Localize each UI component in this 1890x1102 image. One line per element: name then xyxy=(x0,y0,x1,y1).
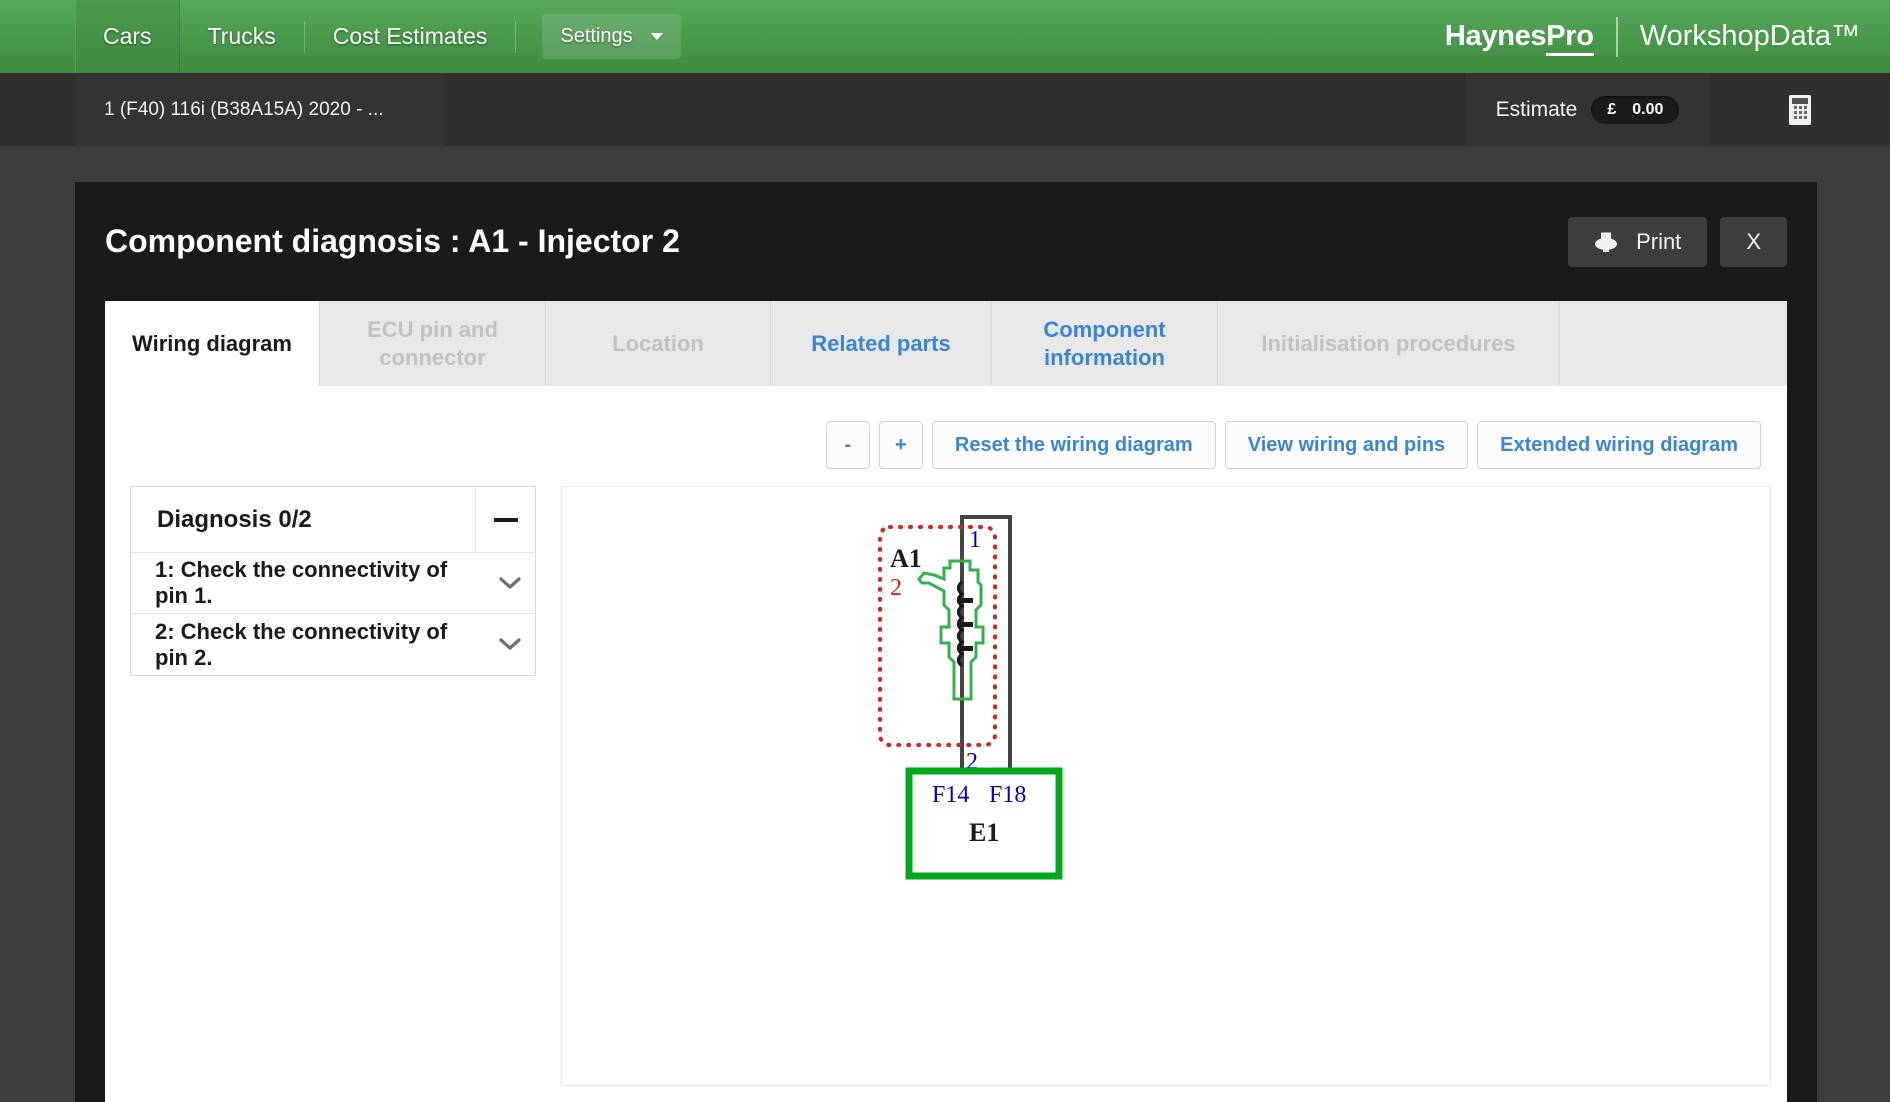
nav-item-cars-label: Cars xyxy=(103,23,152,49)
tab-initialisation-procedures: Initialisation procedures xyxy=(1218,301,1560,386)
pin-label-1: 1 xyxy=(969,527,981,553)
estimate-label: Estimate xyxy=(1495,97,1578,121)
ground-box-label: E1 xyxy=(969,818,999,847)
brand-pro-text: Pro xyxy=(1546,20,1594,56)
diagnosis-step-1[interactable]: 1: Check the connectivity of pin 1. xyxy=(131,553,535,614)
tab-ecu-pin-and-connector-label: ECU pin and connector xyxy=(367,317,498,370)
diagnosis-accordion: Diagnosis 0/2 1: Check the connectivity … xyxy=(130,486,536,676)
vehicle-context-bar: 1 (F40) 116i (B38A15A) 2020 - ... Estima… xyxy=(0,73,1890,146)
reset-wiring-diagram-button[interactable]: Reset the wiring diagram xyxy=(931,421,1216,469)
tab-wiring-diagram-label: Wiring diagram xyxy=(132,330,292,356)
diagnosis-step-1-expand[interactable] xyxy=(485,576,535,590)
diagnosis-step-2-label: 2: Check the connectivity of pin 2. xyxy=(155,618,448,670)
tab-component-information[interactable]: Component information xyxy=(992,301,1218,386)
tab-location: Location xyxy=(546,301,771,386)
brand-haynespro: HaynesPro xyxy=(1444,20,1594,56)
tab-wiring-diagram[interactable]: Wiring diagram xyxy=(105,301,320,386)
diagnosis-step-2-expand[interactable] xyxy=(485,638,535,651)
tab-ecu-pin-and-connector: ECU pin and connector xyxy=(320,301,546,386)
minus-icon xyxy=(493,517,518,522)
currency-symbol: £ xyxy=(1607,100,1617,118)
nav-item-trucks-label: Trucks xyxy=(207,23,276,49)
nav-item-cost-estimates[interactable]: Cost Estimates xyxy=(305,0,516,73)
coil-tick-2 xyxy=(960,622,973,627)
view-wiring-and-pins-label: View wiring and pins xyxy=(1247,433,1446,456)
calculator-button[interactable] xyxy=(1710,73,1890,146)
brand-logo: HaynesPro WorkshopData™ xyxy=(1445,0,1860,73)
extended-wiring-diagram-label: Extended wiring diagram xyxy=(1500,433,1738,456)
wiring-diagram-canvas[interactable]: A1 2 1 2 F14 F18 E1 xyxy=(561,486,1771,1086)
chevron-down-icon xyxy=(499,576,521,589)
close-button[interactable]: X xyxy=(1720,216,1787,267)
coil-tick-1 xyxy=(960,598,973,603)
page-title: Component diagnosis : A1 - Injector 2 xyxy=(105,223,680,259)
tab-initialisation-procedures-label: Initialisation procedures xyxy=(1261,330,1516,356)
zoom-in-label: + xyxy=(895,433,907,456)
component-label-a1: A1 xyxy=(890,544,922,573)
tab-component-information-label: Component information xyxy=(1043,317,1166,370)
panel-header: Component diagnosis : A1 - Injector 2 Pr… xyxy=(75,182,1817,301)
component-pin-count-label: 2 xyxy=(890,575,902,601)
wire-pin1-to-f18 xyxy=(960,515,1012,772)
printer-icon xyxy=(1595,232,1618,252)
panel-header-actions: Print X xyxy=(1568,216,1787,267)
print-button-label: Print xyxy=(1636,228,1682,254)
diagnosis-collapse-toggle[interactable] xyxy=(475,487,535,552)
component-diagnosis-panel: Component diagnosis : A1 - Injector 2 Pr… xyxy=(75,182,1817,1102)
diagnosis-step-1-label: 1: Check the connectivity of pin 1. xyxy=(155,557,448,608)
diagnosis-header-label: Diagnosis 0/2 xyxy=(157,505,312,533)
brand-workshopdata: WorkshopData™ xyxy=(1639,20,1860,52)
terminal-label-f18: F18 xyxy=(989,782,1026,808)
diagnosis-step-2[interactable]: 2: Check the connectivity of pin 2. xyxy=(131,614,535,675)
reset-wiring-diagram-label: Reset the wiring diagram xyxy=(954,433,1193,456)
top-navigation-bar: Cars Trucks Cost Estimates Settings Hayn… xyxy=(0,0,1890,73)
brand-divider xyxy=(1615,16,1618,57)
nav-item-cars[interactable]: Cars xyxy=(75,0,180,73)
primary-nav-items: Cars Trucks Cost Estimates Settings xyxy=(75,0,681,73)
tab-content-wiring-diagram: - + Reset the wiring diagram View wiring… xyxy=(105,386,1787,1102)
selected-vehicle-chip[interactable]: 1 (F40) 116i (B38A15A) 2020 - ... xyxy=(75,73,445,146)
brand-haynes-text: Haynes xyxy=(1444,20,1547,52)
injector-body-symbol xyxy=(917,559,985,701)
terminal-label-f14: F14 xyxy=(932,782,969,808)
tab-location-label: Location xyxy=(612,330,704,356)
diagram-toolbar: - + Reset the wiring diagram View wiring… xyxy=(825,421,1761,469)
tab-related-parts[interactable]: Related parts xyxy=(771,301,992,386)
print-button[interactable]: Print xyxy=(1568,216,1708,267)
nav-item-cost-estimates-label: Cost Estimates xyxy=(332,23,488,49)
nav-settings-dropdown[interactable]: Settings xyxy=(542,14,681,59)
zoom-out-button[interactable]: - xyxy=(825,421,870,469)
wiring-diagram-svg: A1 2 1 2 F14 F18 E1 xyxy=(878,515,1063,880)
extended-wiring-diagram-button[interactable]: Extended wiring diagram xyxy=(1477,421,1761,469)
diagnosis-header[interactable]: Diagnosis 0/2 xyxy=(131,487,535,553)
chevron-down-icon xyxy=(499,638,521,650)
nav-divider-2 xyxy=(515,20,517,53)
zoom-out-label: - xyxy=(844,433,852,456)
chevron-down-icon xyxy=(650,33,663,40)
calculator-icon xyxy=(1789,94,1811,125)
nav-item-trucks[interactable]: Trucks xyxy=(180,0,304,73)
close-button-label: X xyxy=(1746,228,1761,254)
zoom-in-button[interactable]: + xyxy=(878,421,923,469)
tab-bar: Wiring diagram ECU pin and connector Loc… xyxy=(105,301,1787,386)
coil-tick-3 xyxy=(960,646,973,651)
view-wiring-and-pins-button[interactable]: View wiring and pins xyxy=(1224,421,1469,469)
selected-vehicle-label: 1 (F40) 116i (B38A15A) 2020 - ... xyxy=(104,98,384,120)
estimate-amount: 0.00 xyxy=(1632,100,1664,118)
estimate-widget[interactable]: Estimate £ 0.00 xyxy=(1465,73,1710,146)
estimate-amount-pill: £ 0.00 xyxy=(1591,95,1680,124)
tab-related-parts-label: Related parts xyxy=(811,330,951,356)
nav-settings-label: Settings xyxy=(560,25,633,47)
